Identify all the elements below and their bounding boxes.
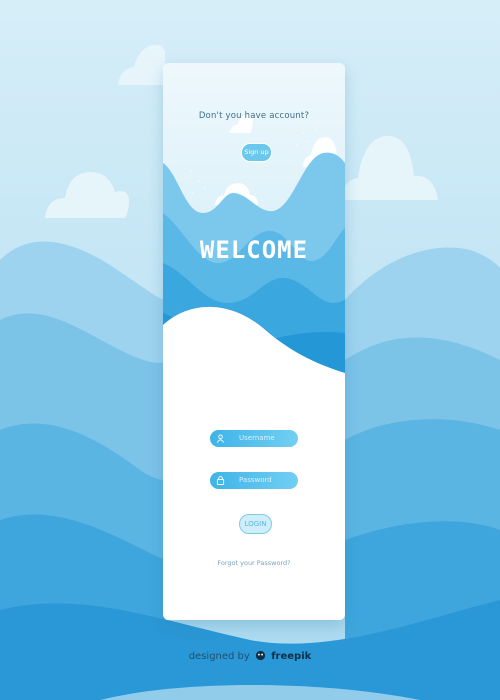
username-placeholder: Username <box>239 434 275 442</box>
credit-prefix: designed by <box>188 651 250 662</box>
password-placeholder: Password <box>239 476 272 484</box>
no-account-prompt: Don't you have account? <box>198 111 310 121</box>
password-field[interactable]: Password <box>210 472 298 489</box>
user-icon <box>216 434 225 443</box>
login-button[interactable]: LOGIN <box>239 514 272 534</box>
welcome-title: WELCOME <box>199 236 309 264</box>
freepik-logo-icon <box>255 650 266 661</box>
login-card: Don't you have account? Sign up WELCOME … <box>163 63 345 620</box>
forgot-password-link[interactable]: Forgot your Password? <box>163 559 345 567</box>
signup-button[interactable]: Sign up <box>241 143 272 162</box>
lock-icon <box>216 476 225 485</box>
username-field[interactable]: Username <box>210 430 298 447</box>
designer-credit: designed by freepik <box>0 650 500 662</box>
credit-brand: freepik <box>271 651 312 662</box>
